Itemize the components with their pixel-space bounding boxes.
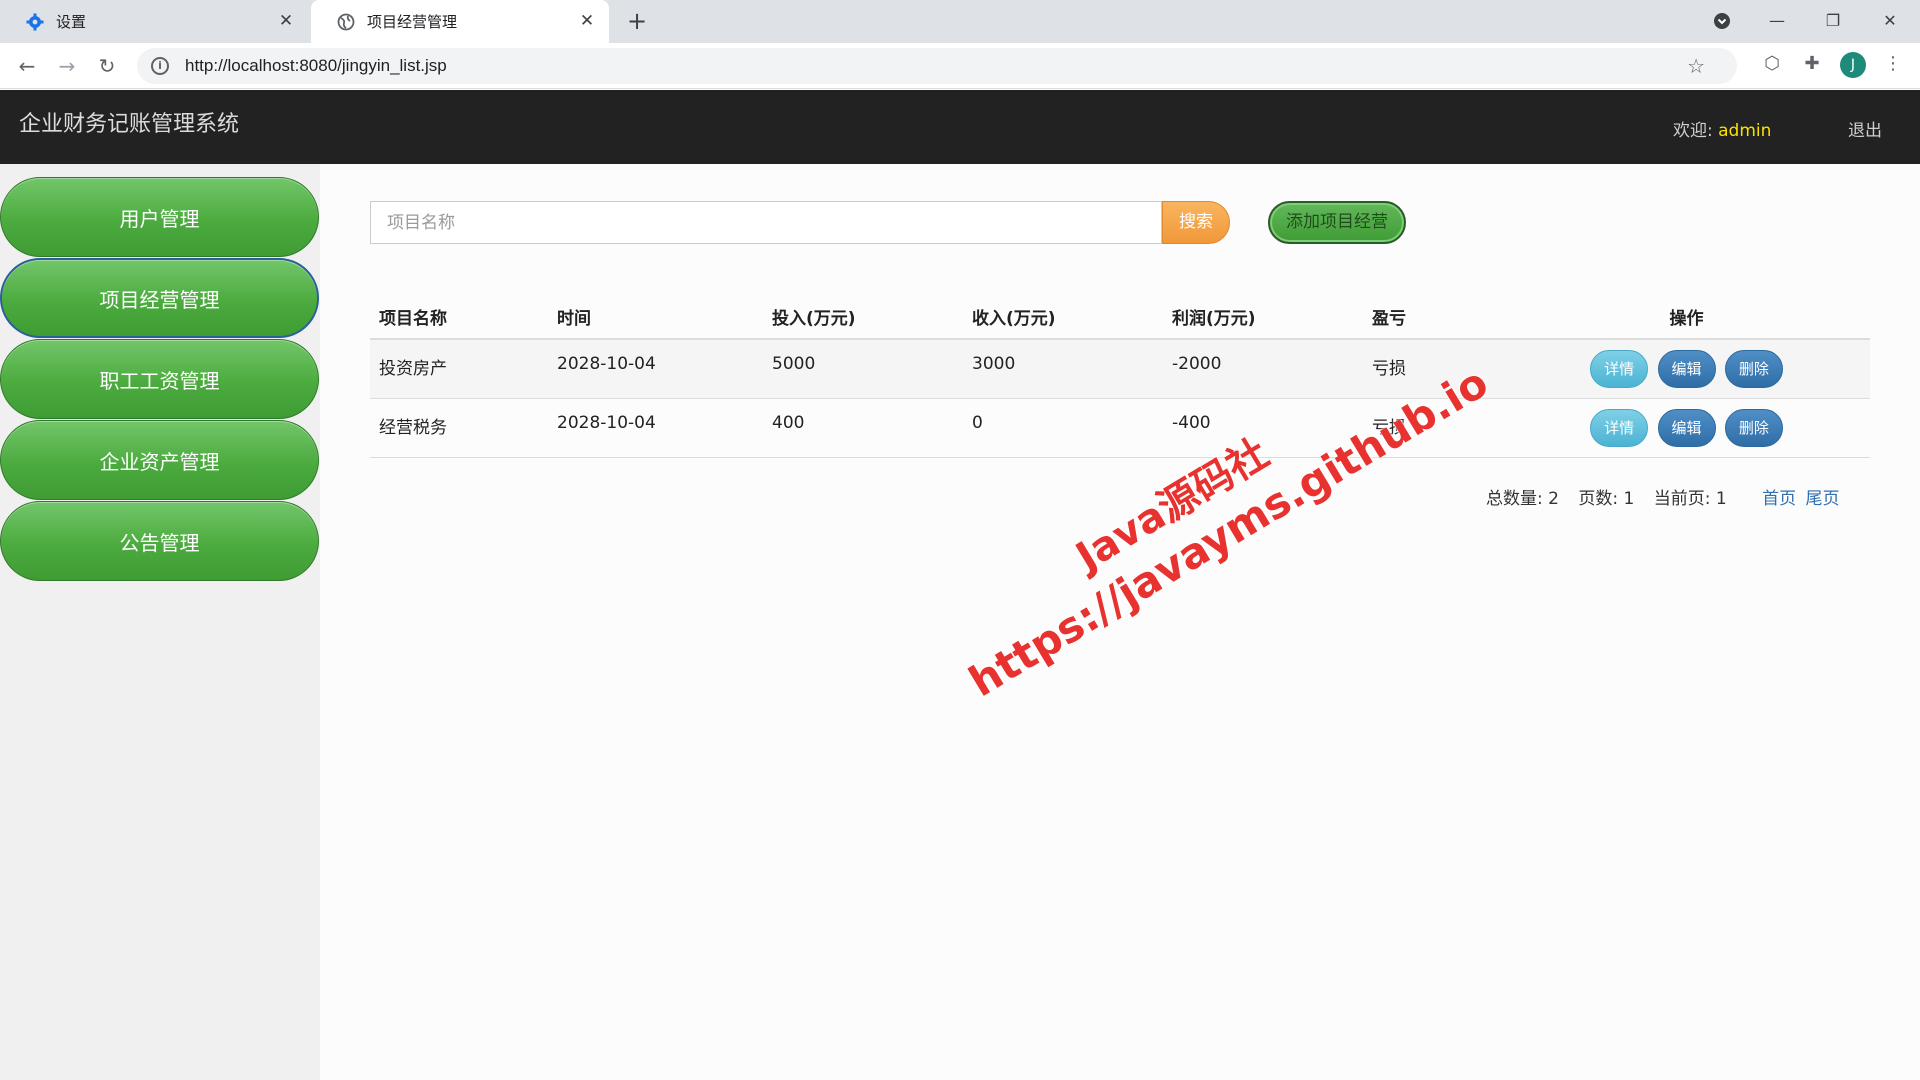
last-page-link[interactable]: 尾页 xyxy=(1806,489,1840,509)
bookmark-star-icon[interactable]: ☆ xyxy=(1687,54,1705,78)
detail-button[interactable]: 详情 xyxy=(1590,350,1649,388)
edit-button[interactable]: 编辑 xyxy=(1657,408,1716,447)
back-arrow-icon[interactable]: ← xyxy=(12,51,42,81)
sidebar-item-user-management[interactable]: 用户管理 xyxy=(0,177,319,257)
username: admin xyxy=(1718,121,1772,141)
tab-title: 项目经营管理 xyxy=(367,13,458,31)
total-value: 2 xyxy=(1548,489,1559,509)
logout-link[interactable]: 退出 xyxy=(1848,116,1882,141)
browser-tab-settings[interactable]: 设置 ✕ xyxy=(0,0,308,43)
gear-icon xyxy=(26,13,44,31)
address-bar[interactable]: i http://localhost:8080/jingyin_list.jsp… xyxy=(137,48,1737,84)
url-text: http://localhost:8080/jingyin_list.jsp xyxy=(185,56,447,75)
cell-income: 0 xyxy=(963,398,1163,458)
pagination: 总数量: 2 页数: 1 当前页: 1 首页 尾页 xyxy=(1486,484,1844,509)
cell-actions: 详情 编辑 删除 xyxy=(1503,398,1870,458)
add-project-button[interactable]: 添加项目经营 xyxy=(1268,201,1406,244)
column-header: 盈亏 xyxy=(1363,295,1503,340)
detail-button[interactable]: 详情 xyxy=(1590,408,1649,447)
column-header: 收入(万元) xyxy=(963,295,1163,340)
tab-title: 设置 xyxy=(56,13,87,31)
delete-button[interactable]: 删除 xyxy=(1724,408,1783,447)
first-page-link[interactable]: 首页 xyxy=(1762,489,1796,509)
current-page: 当前页: 1 xyxy=(1654,489,1727,509)
tab-search-icon[interactable] xyxy=(1707,6,1737,36)
total-count: 总数量: 2 xyxy=(1486,489,1559,509)
sidebar-item-asset-management[interactable]: 企业资产管理 xyxy=(0,420,319,500)
table-header-row: 项目名称 时间 投入(万元) 收入(万元) 利润(万元) 盈亏 操作 xyxy=(370,295,1870,340)
search-input[interactable] xyxy=(370,201,1162,244)
total-label: 总数量: xyxy=(1486,489,1543,509)
delete-button[interactable]: 删除 xyxy=(1724,350,1783,388)
cell-income: 3000 xyxy=(963,339,1163,399)
current-label: 当前页: xyxy=(1653,489,1711,509)
close-icon[interactable]: ✕ xyxy=(276,11,296,31)
edit-button[interactable]: 编辑 xyxy=(1657,350,1716,388)
welcome-text: 欢迎: admin xyxy=(1673,116,1771,141)
cell-input: 400 xyxy=(763,398,963,458)
sidebar-item-announcement-management[interactable]: 公告管理 xyxy=(0,501,319,581)
cell-profit: -400 xyxy=(1163,398,1363,458)
column-header: 投入(万元) xyxy=(763,295,963,340)
project-table: 项目名称 时间 投入(万元) 收入(万元) 利润(万元) 盈亏 操作 投资房产 … xyxy=(370,295,1870,458)
browser-tabstrip: 设置 ✕ 项目经营管理 ✕ + — ❐ ✕ xyxy=(0,0,1920,43)
browser-toolbar: ← → ↻ i http://localhost:8080/jingyin_li… xyxy=(0,43,1920,89)
table-row: 投资房产 2028-10-04 5000 3000 -2000 亏损 详情 编辑… xyxy=(370,339,1870,399)
column-header: 操作 xyxy=(1503,295,1870,340)
browser-tab-active[interactable]: 项目经营管理 ✕ xyxy=(311,0,609,43)
page-count: 页数: 1 xyxy=(1578,489,1634,509)
main-content: 搜索 添加项目经营 项目名称 时间 投入(万元) 收入(万元) 利润(万元) 盈… xyxy=(320,164,1920,1080)
column-header: 利润(万元) xyxy=(1163,295,1363,340)
cell-status: 亏损 xyxy=(1363,339,1503,399)
reload-icon[interactable]: ↻ xyxy=(92,51,122,81)
browser-menu-icon[interactable]: ⋮ xyxy=(1880,51,1906,77)
pages-label: 页数: xyxy=(1578,489,1619,509)
cell-input: 5000 xyxy=(763,339,963,399)
column-header: 项目名称 xyxy=(370,295,548,340)
extensions-puzzle-icon[interactable]: ✚ xyxy=(1799,51,1825,77)
close-icon[interactable]: ✕ xyxy=(577,11,597,31)
column-header: 时间 xyxy=(548,295,763,340)
window-close-icon[interactable]: ✕ xyxy=(1875,6,1905,36)
forward-arrow-icon[interactable]: → xyxy=(52,51,82,81)
cell-status: 亏损 xyxy=(1363,398,1503,458)
cell-profit: -2000 xyxy=(1163,339,1363,399)
table-row: 经营税务 2028-10-04 400 0 -400 亏损 详情 编辑 删除 xyxy=(370,398,1870,458)
restore-icon[interactable]: ❐ xyxy=(1818,6,1848,36)
globe-icon xyxy=(337,13,355,31)
info-icon[interactable]: i xyxy=(151,57,169,75)
minimize-icon[interactable]: — xyxy=(1762,6,1792,36)
app-title: 企业财务记账管理系统 xyxy=(19,112,240,137)
cell-actions: 详情 编辑 删除 xyxy=(1503,339,1870,399)
cell-date: 2028-10-04 xyxy=(548,339,763,399)
cell-project-name: 投资房产 xyxy=(370,339,548,399)
sidebar-item-project-management[interactable]: 项目经营管理 xyxy=(0,258,319,338)
new-tab-icon[interactable]: + xyxy=(624,8,650,34)
current-value: 1 xyxy=(1715,489,1727,509)
profile-avatar[interactable]: J xyxy=(1840,52,1866,78)
sidebar: 用户管理 项目经营管理 职工工资管理 企业资产管理 公告管理 xyxy=(0,164,320,1080)
cell-date: 2028-10-04 xyxy=(548,398,763,458)
app-header: 企业财务记账管理系统 欢迎: admin 退出 xyxy=(0,90,1920,164)
welcome-label: 欢迎: xyxy=(1673,121,1713,141)
extension-hexagon-icon[interactable]: ⬡ xyxy=(1759,51,1785,77)
search-button[interactable]: 搜索 xyxy=(1162,201,1230,244)
pages-value: 1 xyxy=(1623,489,1635,509)
cell-project-name: 经营税务 xyxy=(370,398,548,458)
sidebar-item-salary-management[interactable]: 职工工资管理 xyxy=(0,339,319,419)
